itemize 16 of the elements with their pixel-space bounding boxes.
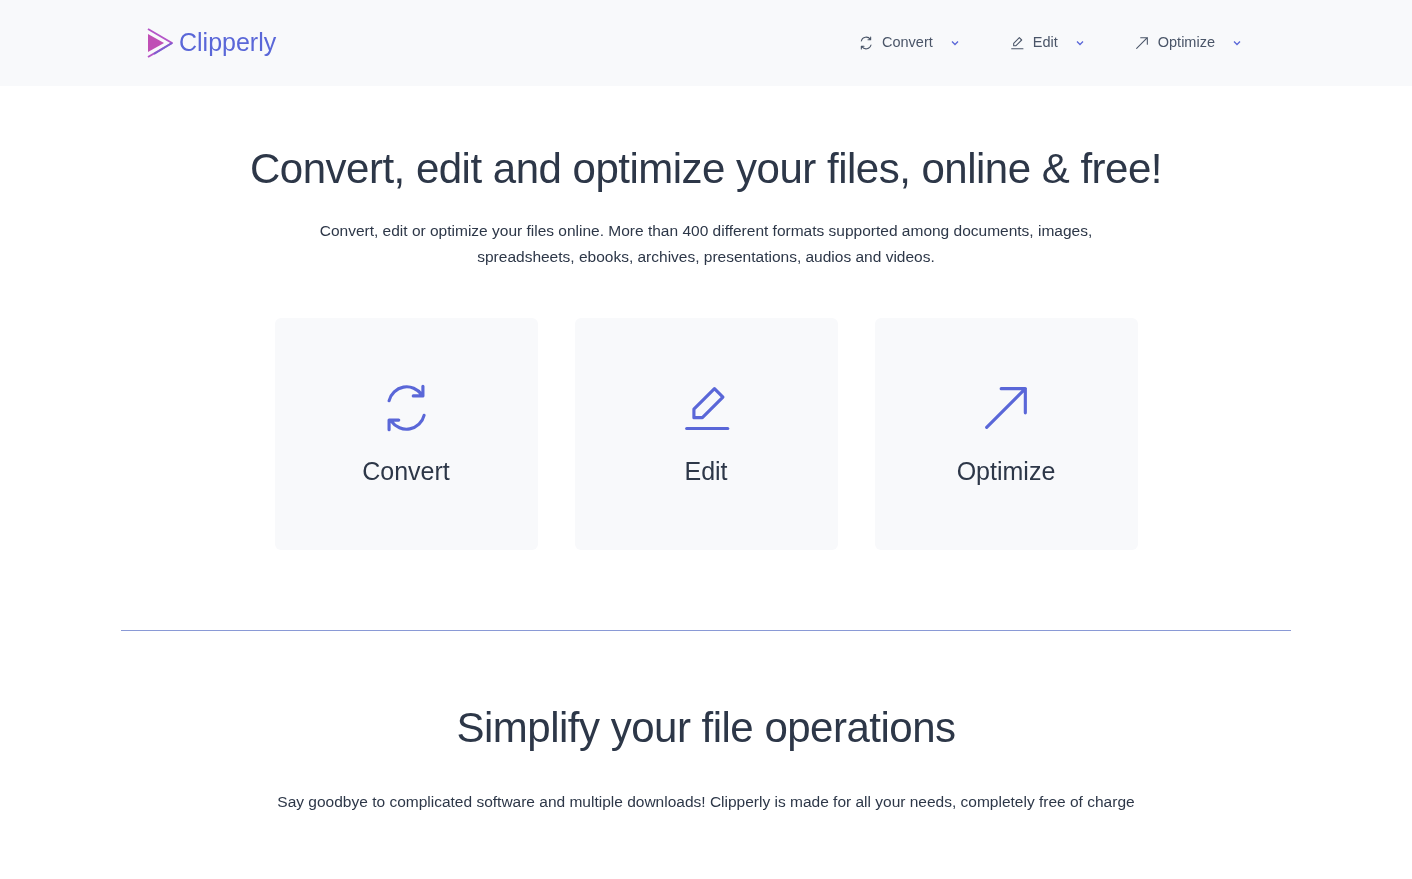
- hero-title: Convert, edit and optimize your files, online & free!: [249, 144, 1163, 194]
- pencil-icon: [1008, 35, 1025, 51]
- nav-dropdown[interactable]: Optimize: [1133, 32, 1243, 54]
- hero-text: Convert, edit or optimize your files online. More than 400 different formats supported among documents, images, spreadsheets, ebooks, archives, presentations, audios and videos.: [318, 221, 1094, 268]
- section-title: Simplify your file operations: [455, 703, 957, 754]
- section-text: Say goodbye to complicated software and multiple downloads! Clipperly is made for all your needs, completely free of charge: [276, 791, 1136, 812]
- diagonal-arrow-icon: [1133, 35, 1150, 51]
- tool-card[interactable]: Optimize: [874, 318, 1138, 551]
- nav-dropdown[interactable]: Edit: [1008, 32, 1086, 54]
- brand-name: Clipperly: [179, 27, 277, 59]
- tool-card[interactable]: Edit: [574, 318, 838, 551]
- play-clip-logo-icon: [145, 26, 175, 60]
- tool-card[interactable]: Convert: [274, 318, 538, 551]
- brand-logo[interactable]: Clipperly: [145, 24, 277, 62]
- refresh-icon: [858, 35, 874, 51]
- nav-dropdown[interactable]: Convert: [858, 32, 961, 54]
